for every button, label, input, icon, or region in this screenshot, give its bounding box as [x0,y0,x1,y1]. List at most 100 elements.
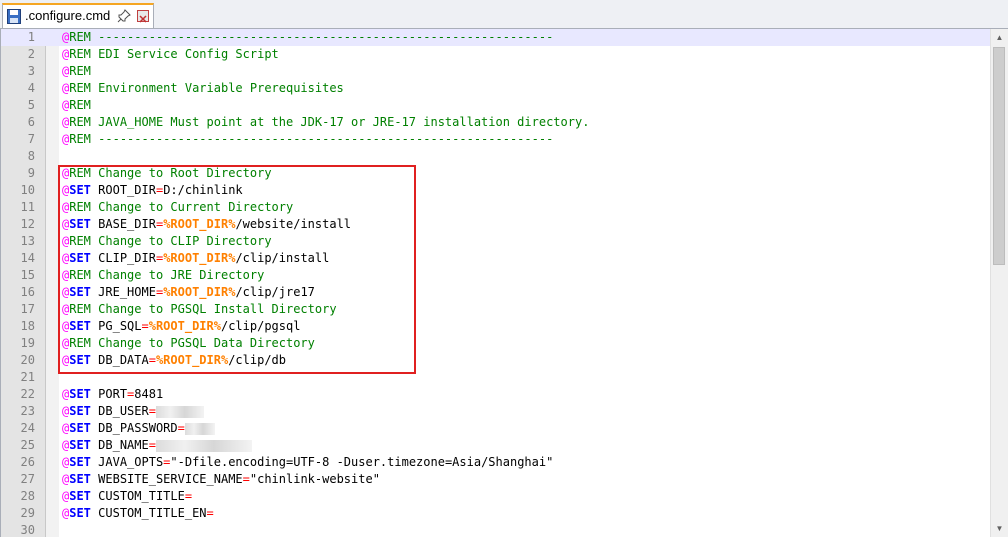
token-cmt: Change to Current Directory [90,200,294,214]
token-kw-set: SET [69,387,91,401]
code-line[interactable]: 28 @SET CUSTOM_TITLE= [1,488,991,505]
code-line[interactable]: 2 @REM EDI Service Config Script [1,46,991,63]
token-kw-rem: REM [69,47,91,61]
token-op: = [242,472,250,486]
token-txt: JAVA_OPTS [90,455,164,469]
code-line[interactable]: 24 @SET DB_PASSWORD= [1,420,991,437]
code-line[interactable]: 10 @SET ROOT_DIR=D:/chinlink [1,182,991,199]
code-text: @REM [62,63,91,80]
token-txt: DB_DATA [90,353,149,367]
code-line[interactable]: 22 @SET PORT=8481 [1,386,991,403]
token-kw-rem: REM [69,132,91,146]
code-line[interactable]: 29 @SET CUSTOM_TITLE_EN= [1,505,991,522]
code-line[interactable]: 7 @REM ----------------------------------… [1,131,991,148]
token-kw-set: SET [69,421,91,435]
code-line[interactable]: 13 @REM Change to CLIP Directory [1,233,991,250]
scroll-up-arrow-icon[interactable]: ▲ [991,29,1008,46]
line-number: 20 [20,353,35,367]
line-number: 2 [27,47,35,61]
token-txt: "chinlink-website" [249,472,380,486]
token-txt: DB_NAME [90,438,149,452]
code-line[interactable]: 18 @SET PG_SQL=%ROOT_DIR%/clip/pgsql [1,318,991,335]
vertical-scrollbar[interactable]: ▲ ▼ [990,29,1008,537]
code-line[interactable]: 27 @SET WEBSITE_SERVICE_NAME="chinlink-we… [1,471,991,488]
code-text: @SET PORT=8481 [62,386,163,403]
code-line[interactable]: 19 @REM Change to PGSQL Data Directory [1,335,991,352]
code-line[interactable]: 3 @REM [1,63,991,80]
token-op: = [206,506,214,520]
scrollbar-thumb[interactable] [993,47,1005,265]
tab-label: .configure.cmd [25,8,111,23]
code-line[interactable]: 30 [1,522,991,539]
code-line[interactable]: 15 @REM Change to JRE Directory [1,267,991,284]
token-txt: /clip/install [235,251,330,265]
line-number: 17 [20,302,35,316]
token-kw-set: SET [69,217,91,231]
code-line[interactable]: 17 @REM Change to PGSQL Install Directory [1,301,991,318]
line-number: 28 [20,489,35,503]
token-txt: PORT [90,387,128,401]
pin-icon[interactable] [117,9,131,23]
line-number: 15 [20,268,35,282]
code-line[interactable]: 25 @SET DB_NAME= [1,437,991,454]
code-text: @SET DB_DATA=%ROOT_DIR%/clip/db [62,352,286,369]
token-txt: PG_SQL [90,319,142,333]
token-txt: WEBSITE_SERVICE_NAME [90,472,243,486]
line-number: 26 [20,455,35,469]
code-line[interactable]: 9 @REM Change to Root Directory [1,165,991,182]
line-number: 13 [20,234,35,248]
token-var: %ROOT_DIR% [148,319,221,333]
code-line[interactable]: 12 @SET BASE_DIR=%ROOT_DIR%/website/insta… [1,216,991,233]
code-text: @SET CLIP_DIR=%ROOT_DIR%/clip/install [62,250,329,267]
code-line[interactable]: 8 [1,148,991,165]
token-txt: D:/chinlink [163,183,243,197]
code-editor[interactable]: 1 @REM ----------------------------------… [0,29,1008,537]
code-line[interactable]: 5 @REM [1,97,991,114]
code-line[interactable]: 14 @SET CLIP_DIR=%ROOT_DIR%/clip/install [1,250,991,267]
line-number: 22 [20,387,35,401]
token-op: = [148,404,156,418]
token-txt: DB_PASSWORD [90,421,178,435]
token-kw-rem: REM [69,166,91,180]
token-op: = [148,353,156,367]
line-number: 30 [20,523,35,537]
token-var: %ROOT_DIR% [155,353,229,367]
code-line[interactable]: 1 @REM ----------------------------------… [1,29,991,46]
code-line[interactable]: 26 @SET JAVA_OPTS="-Dfile.encoding=UTF-8 … [1,454,991,471]
line-number: 18 [20,319,35,333]
token-kw-set: SET [69,353,91,367]
token-kw-rem: REM [69,336,91,350]
token-txt: CUSTOM_TITLE_EN [90,506,207,520]
token-kw-set: SET [69,489,91,503]
token-var: %ROOT_DIR% [163,251,236,265]
code-line[interactable]: 4 @REM Environment Variable Prerequisites [1,80,991,97]
token-cmt: Environment Variable Prerequisites [90,81,344,95]
token-op: = [148,438,156,452]
code-text: @REM [62,97,91,114]
token-kw-set: SET [69,472,91,486]
token-cmt: Change to Root Directory [90,166,272,180]
token-txt: DB_USER [90,404,149,418]
line-number: 29 [20,506,35,520]
code-line[interactable]: 21 [1,369,991,386]
close-icon[interactable] [137,10,149,23]
code-line[interactable]: 16 @SET JRE_HOME=%ROOT_DIR%/clip/jre17 [1,284,991,301]
line-number: 12 [20,217,35,231]
line-number: 1 [27,30,35,44]
line-number: 23 [20,404,35,418]
scroll-down-arrow-icon[interactable]: ▼ [991,520,1008,537]
token-txt: BASE_DIR [90,217,156,231]
code-line[interactable]: 20 @SET DB_DATA=%ROOT_DIR%/clip/db [1,352,991,369]
token-cmt: EDI Service Config Script [90,47,279,61]
token-kw-set: SET [69,319,91,333]
code-text: @SET PG_SQL=%ROOT_DIR%/clip/pgsql [62,318,300,335]
tab-configure-cmd[interactable]: .configure.cmd [2,3,154,28]
code-line[interactable]: 23 @SET DB_USER= [1,403,991,420]
token-cmt: Change to PGSQL Data Directory [90,336,315,350]
token-txt: JRE_HOME [90,285,156,299]
code-text: @REM -----------------------------------… [62,29,553,46]
line-number: 25 [20,438,35,452]
code-line[interactable]: 11 @REM Change to Current Directory [1,199,991,216]
code-line[interactable]: 6 @REM JAVA_HOME Must point at the JDK-17… [1,114,991,131]
token-kw-rem: REM [69,98,91,112]
